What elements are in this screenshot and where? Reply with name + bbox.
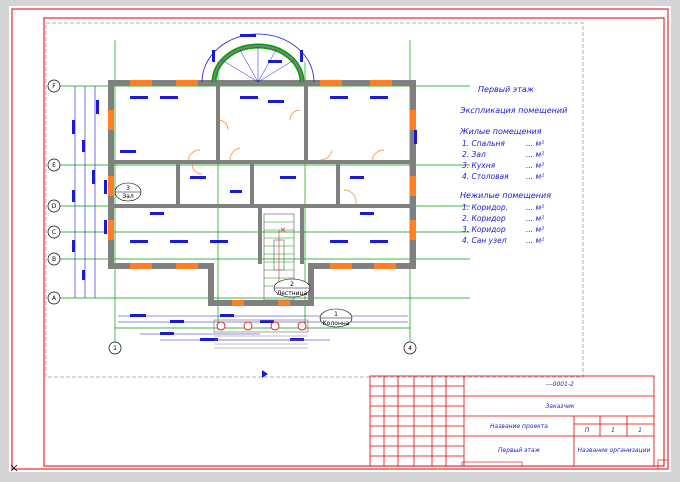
living-room-2-name: 2. Зал bbox=[462, 150, 486, 159]
nonliving-room-3-area: ... м² bbox=[526, 225, 544, 234]
nonliving-room-1-name: 1. Коридор. bbox=[462, 203, 508, 212]
nonliving-room-2-area: ... м² bbox=[526, 214, 544, 223]
drawing-canvas[interactable]: F E D C B A 1 4 × 3 Зал 2 Лестница 1 Кол… bbox=[0, 0, 680, 482]
living-room-3-name: 3. Кухня bbox=[462, 161, 496, 170]
living-room-4-area: ... м² bbox=[526, 172, 544, 181]
title-block-customer: Заказчик bbox=[545, 403, 574, 410]
svg-text:×: × bbox=[280, 226, 286, 234]
room-tag-column-number: 1 bbox=[334, 311, 338, 318]
room-tag-hall-name: Зал bbox=[122, 193, 134, 200]
living-room-1-name: 1. Спальня bbox=[462, 139, 505, 148]
title-block-sheets: 1 bbox=[638, 427, 642, 434]
living-room-1-area: ... м² bbox=[526, 139, 544, 148]
nonliving-room-4-area: ... м² bbox=[526, 236, 544, 245]
room-tag-hall-number: 3 bbox=[126, 185, 130, 192]
nonliving-rooms-heading: Нежилые помещения bbox=[460, 191, 551, 200]
living-room-2-area: ... м² bbox=[526, 150, 544, 159]
living-room-3-area: ... м² bbox=[526, 161, 544, 170]
axis-label-D: D bbox=[52, 203, 57, 210]
axis-label-1: 1 bbox=[113, 345, 117, 352]
nonliving-room-2-name: 2. Коридор bbox=[462, 214, 506, 223]
title-block-doc-code: ---0001-2 bbox=[546, 381, 574, 388]
axis-label-B: B bbox=[52, 256, 56, 263]
room-tag-column-name: Колонна bbox=[323, 320, 350, 327]
nonliving-room-4-name: 4. Сан узел bbox=[462, 236, 507, 245]
title-block-sheet-name: Первый этаж bbox=[498, 447, 541, 454]
nonliving-room-1-area: ... м² bbox=[526, 203, 544, 212]
room-tag-stair-number: 2 bbox=[290, 281, 294, 288]
axis-label-C: C bbox=[52, 229, 56, 236]
axis-label-E: E bbox=[52, 162, 56, 169]
room-tag-stair-name: Лестница bbox=[277, 290, 308, 297]
axis-label-4: 4 bbox=[408, 345, 412, 352]
axis-label-F: F bbox=[52, 83, 56, 90]
title-block-project-name: Название проекта bbox=[490, 423, 548, 430]
floor-title: Первый этаж bbox=[478, 85, 535, 94]
living-rooms-heading: Жилые помещения bbox=[459, 127, 542, 136]
nonliving-room-3-name: 3. Коридор bbox=[462, 225, 506, 234]
title-block-organization: Название организации bbox=[578, 447, 651, 454]
floor-plan-svg: F E D C B A 1 4 × 3 Зал 2 Лестница 1 Кол… bbox=[9, 6, 671, 472]
living-room-4-name: 4. Столовая bbox=[462, 172, 509, 181]
explication-title: Экспликация помещений bbox=[459, 106, 567, 115]
title-block-sheet: 1 bbox=[611, 427, 615, 434]
title-block-stage: П bbox=[585, 427, 590, 434]
